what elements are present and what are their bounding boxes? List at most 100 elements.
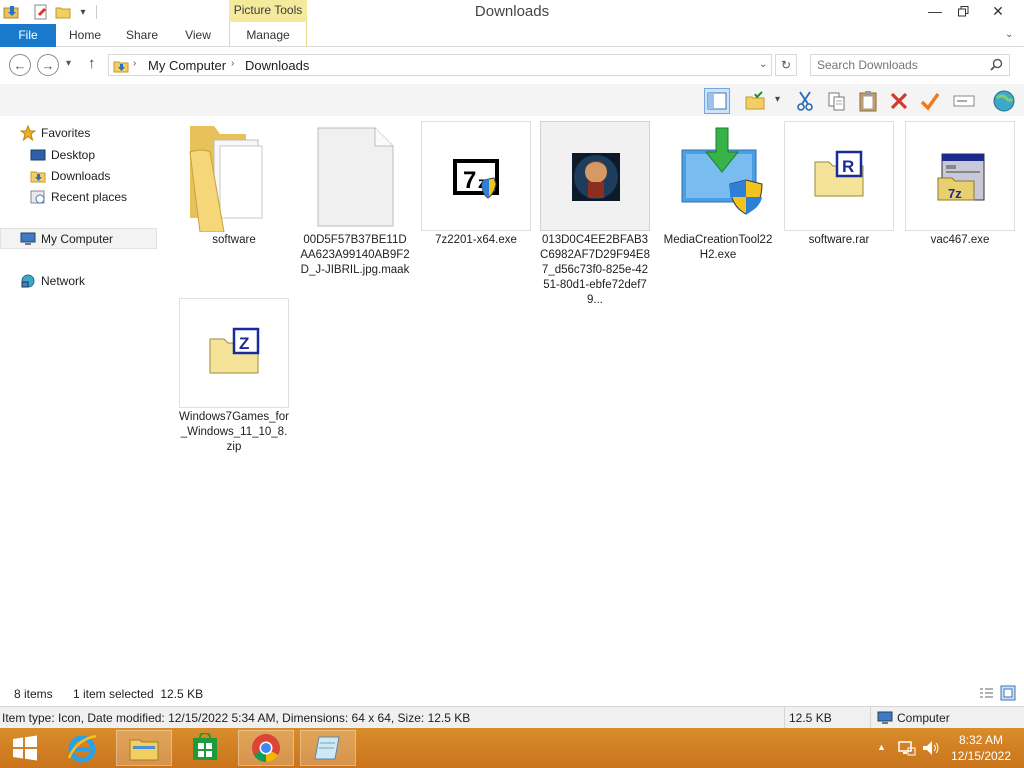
notepad-button[interactable] bbox=[300, 730, 356, 766]
downloads-icon bbox=[30, 171, 46, 183]
item-details: Item type: Icon, Date modified: 12/15/20… bbox=[2, 711, 471, 725]
network-icon bbox=[21, 274, 35, 288]
new-folder-icon[interactable] bbox=[54, 3, 72, 21]
restore-button[interactable] bbox=[948, 0, 978, 22]
chrome-button[interactable] bbox=[238, 730, 294, 766]
folder-check-icon bbox=[745, 91, 765, 110]
system-clock[interactable]: 8:32 AM 12/15/2022 bbox=[946, 732, 1016, 764]
file-thumbnail bbox=[540, 121, 650, 231]
nav-item-desktop[interactable]: Desktop bbox=[30, 145, 95, 165]
file-item-windows7games-zip[interactable]: Z Windows7Games_for_Windows_11_10_8.zip bbox=[179, 298, 289, 455]
expand-ribbon-icon[interactable]: ⌄ bbox=[1005, 29, 1013, 40]
copy-button[interactable] bbox=[824, 88, 850, 114]
file-thumbnail: Z bbox=[179, 298, 289, 408]
svg-text:7z: 7z bbox=[948, 186, 962, 201]
tab-file[interactable]: File bbox=[0, 24, 56, 47]
file-item-7z2201[interactable]: 7 z 7z2201-x64.exe bbox=[421, 121, 531, 248]
minimize-button[interactable]: — bbox=[920, 0, 950, 22]
properties-check-button[interactable] bbox=[917, 88, 943, 114]
refresh-button[interactable]: ↻ bbox=[775, 54, 797, 76]
breadcrumb-downloads[interactable]: Downloads bbox=[245, 58, 309, 73]
store-button[interactable] bbox=[177, 730, 233, 766]
preview-pane-button[interactable] bbox=[704, 88, 730, 114]
up-button[interactable]: ↑ bbox=[88, 55, 96, 72]
folder-thumbnail bbox=[179, 121, 289, 233]
file-item-software-rar[interactable]: R software.rar bbox=[784, 121, 894, 248]
select-button[interactable] bbox=[742, 88, 768, 114]
close-icon: ✕ bbox=[992, 2, 1004, 19]
zip-archive-icon: Z bbox=[209, 327, 260, 374]
close-button[interactable]: ✕ bbox=[983, 0, 1013, 22]
file-item-media-creation-tool[interactable]: MediaCreationTool22H2.exe bbox=[663, 121, 773, 263]
nav-network-label: Network bbox=[41, 274, 86, 288]
file-item-jpg-maak[interactable]: 00D5F57B37BE11DAA623A99140AB9F2D_J-JIBRI… bbox=[300, 121, 410, 278]
tab-home[interactable]: Home bbox=[62, 24, 108, 47]
checkmark-icon bbox=[920, 93, 940, 111]
file-name: software.rar bbox=[808, 234, 870, 246]
breadcrumb-separator-icon: › bbox=[133, 58, 137, 69]
explorer-app-icon[interactable] bbox=[2, 3, 20, 21]
show-hidden-icons-icon[interactable]: ▲ bbox=[877, 742, 886, 752]
file-name: Windows7Games_for_Windows_11_10_8.zip bbox=[179, 411, 289, 453]
network-status-icon[interactable] bbox=[898, 740, 916, 756]
tab-manage[interactable]: Manage bbox=[238, 24, 298, 47]
file-explorer-button[interactable] bbox=[116, 730, 172, 766]
select-dropdown-icon[interactable]: ▾ bbox=[775, 94, 780, 105]
cut-button[interactable] bbox=[792, 88, 818, 114]
rar-archive-icon: R bbox=[814, 150, 864, 197]
properties-icon[interactable] bbox=[32, 3, 50, 21]
nav-item-downloads[interactable]: Downloads bbox=[30, 166, 110, 186]
tab-share[interactable]: Share bbox=[120, 24, 164, 47]
file-thumbnail bbox=[300, 121, 410, 231]
customize-quick-access-icon[interactable]: ▾ bbox=[74, 3, 92, 21]
restore-icon bbox=[957, 5, 968, 16]
recent-places-icon bbox=[30, 190, 45, 204]
forward-button[interactable]: → bbox=[37, 54, 59, 76]
minimize-icon: — bbox=[928, 3, 942, 19]
file-thumbnail: 7 z bbox=[421, 121, 531, 231]
file-item-013d0c4e[interactable]: 013D0C4EE2BFAB3C6982AF7D29F94E87_d56c73f… bbox=[540, 121, 650, 308]
nav-item-label: Recent places bbox=[51, 190, 128, 204]
address-bar[interactable]: › My Computer › Downloads ⌄ bbox=[108, 54, 772, 76]
file-item-vac467[interactable]: 7z vac467.exe bbox=[905, 121, 1015, 248]
clipboard-icon bbox=[859, 91, 877, 112]
item-size: 12.5 KB bbox=[789, 711, 832, 725]
internet-explorer-button[interactable] bbox=[54, 730, 110, 766]
nav-item-label: Desktop bbox=[51, 148, 96, 162]
windows-logo-icon bbox=[13, 735, 37, 761]
search-box[interactable] bbox=[810, 54, 1010, 76]
breadcrumb-my-computer[interactable]: My Computer bbox=[148, 58, 226, 73]
breadcrumb-separator-icon: › bbox=[231, 58, 235, 69]
selection-info: 1 item selected 12.5 KB bbox=[73, 687, 204, 701]
file-name: vac467.exe bbox=[930, 234, 990, 246]
file-thumbnail bbox=[663, 121, 773, 231]
start-button[interactable] bbox=[0, 730, 50, 766]
paste-button[interactable] bbox=[855, 88, 881, 114]
search-input[interactable] bbox=[817, 57, 987, 73]
delete-button[interactable] bbox=[886, 88, 912, 114]
rename-icon bbox=[953, 95, 975, 107]
details-view-icon[interactable] bbox=[979, 687, 994, 700]
computer-icon bbox=[20, 232, 36, 245]
rename-button[interactable] bbox=[951, 88, 977, 114]
volume-icon[interactable] bbox=[922, 740, 940, 756]
address-dropdown-icon[interactable]: ⌄ bbox=[759, 59, 767, 70]
search-icon[interactable] bbox=[990, 58, 1003, 71]
file-item-software[interactable]: software bbox=[179, 121, 289, 248]
arrow-right-icon: → bbox=[41, 57, 55, 73]
nav-my-computer[interactable]: My Computer bbox=[20, 229, 113, 249]
recent-locations-chevron-icon[interactable]: ▾ bbox=[66, 58, 71, 69]
nav-favorites[interactable]: Favorites bbox=[20, 123, 90, 143]
nav-network[interactable]: Network bbox=[20, 271, 85, 291]
globe-button[interactable] bbox=[991, 88, 1017, 114]
file-explorer-icon bbox=[129, 739, 159, 761]
large-icons-view-icon[interactable] bbox=[1000, 685, 1016, 701]
clock-date: 12/15/2022 bbox=[950, 749, 1012, 763]
back-button[interactable]: ← bbox=[9, 54, 31, 76]
nav-item-label: Downloads bbox=[51, 169, 111, 183]
desktop-icon bbox=[30, 149, 46, 161]
tab-view[interactable]: View bbox=[178, 24, 218, 47]
nav-item-recent-places[interactable]: Recent places bbox=[30, 187, 127, 207]
title-bar bbox=[0, 0, 1024, 24]
divider bbox=[870, 707, 871, 729]
